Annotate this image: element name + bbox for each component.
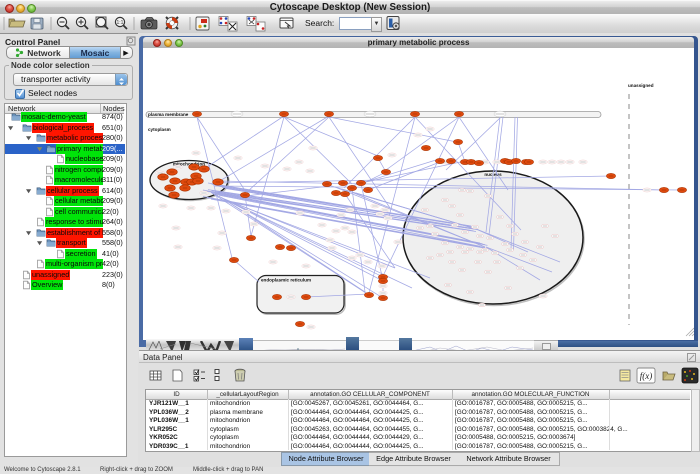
svg-text:endoplasmic reticulum: endoplasmic reticulum	[261, 278, 311, 283]
svg-text:f(x): f(x)	[640, 371, 653, 381]
svg-text:1:1: 1:1	[117, 20, 124, 26]
svg-text:plasma membrane: plasma membrane	[148, 112, 189, 117]
svg-text:unassigned: unassigned	[628, 83, 654, 88]
svg-text:Search:: Search:	[305, 18, 334, 28]
svg-text:cytoplasm: cytoplasm	[148, 127, 171, 132]
